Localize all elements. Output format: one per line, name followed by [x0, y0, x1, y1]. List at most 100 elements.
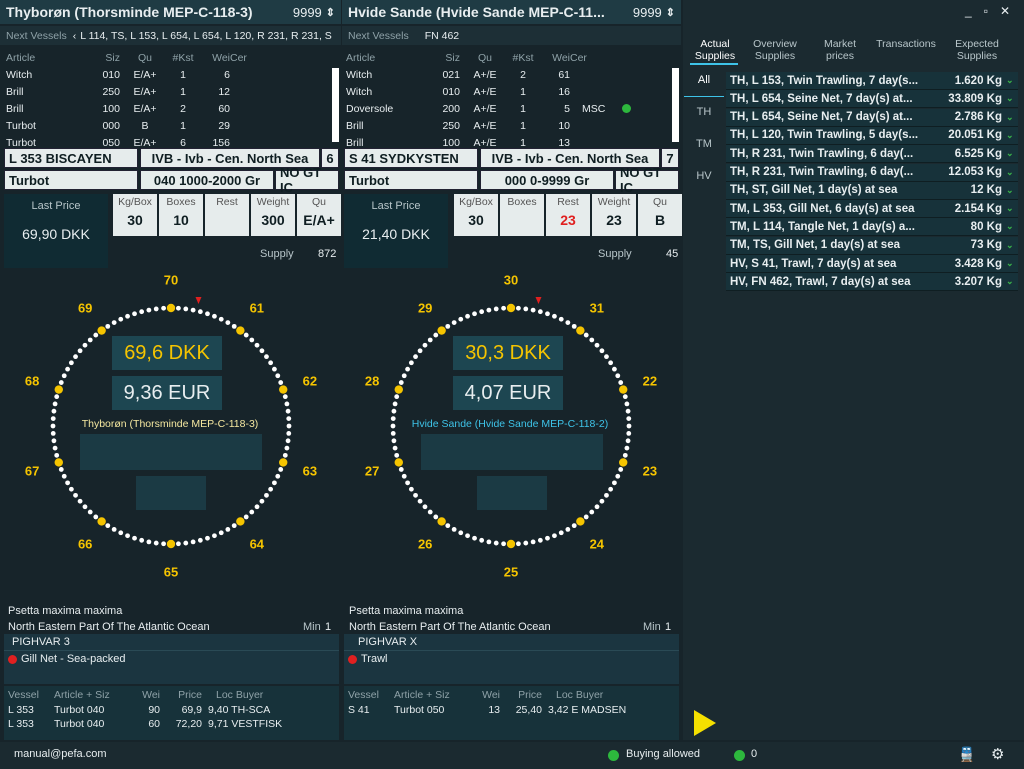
chevron-down-icon[interactable]: ⌄ [1006, 112, 1018, 123]
tx-cell: 13 [488, 704, 500, 716]
column-header: Vessel [348, 688, 379, 701]
region-name: North Eastern Part Of The Atlantic Ocean [349, 621, 551, 633]
chevron-left-icon[interactable]: ‹ [73, 30, 77, 42]
clock-tick [212, 533, 217, 539]
stepper-icon[interactable]: ⇕ [326, 6, 335, 19]
side-tab-hv[interactable]: HV [686, 170, 722, 182]
left-scrollbar[interactable] [332, 68, 339, 142]
clock-tick [422, 504, 428, 510]
clock-tick [394, 394, 400, 400]
metric-value: 23 [606, 212, 622, 228]
table-row[interactable]: Doversole 200 A+/E 1 5 MSC [346, 100, 672, 117]
supply-weight: 1.620 Kg [954, 74, 1002, 87]
clock-tick [599, 498, 605, 504]
clock-tick [618, 467, 624, 472]
chevron-down-icon[interactable]: ⌄ [1006, 130, 1018, 141]
chevron-down-icon[interactable]: ⌄ [1006, 276, 1018, 287]
metric-box: Boxes 10 [159, 194, 203, 236]
side-tab-th[interactable]: TH [686, 106, 722, 118]
chevron-down-icon[interactable]: ⌄ [1006, 185, 1018, 196]
clock-tick [408, 360, 414, 366]
table-row[interactable]: Brill 100 E/A+ 2 60 [6, 100, 330, 117]
table-cell: MSC [582, 102, 606, 115]
column-header: Article + Siz [394, 688, 450, 701]
clock-pointer [535, 297, 542, 305]
train-icon[interactable]: 🚆 [958, 746, 975, 763]
supply-description: TH, R 231, Twin Trawling, 6 day(... [730, 147, 914, 160]
left-transactions: Vessel Article + Siz Wei Price Loc Buyer L 35… [4, 686, 339, 740]
close-icon[interactable]: ✕ [1000, 4, 1010, 18]
price-eur: 9,36 EUR [112, 376, 222, 410]
buying-status: Buying allowed [626, 748, 700, 760]
tx-cell: 60 [148, 718, 160, 730]
clock-tick [615, 473, 621, 479]
supply-row[interactable]: TM, L 114, Tangle Net, 1 day(s) a... 80 K… [726, 218, 1018, 237]
clock-tick [615, 373, 621, 379]
chevron-down-icon[interactable]: ⌄ [1006, 167, 1018, 178]
supply-row[interactable]: TH, L 654, Seine Net, 7 day(s) at... 33.8… [726, 90, 1018, 109]
table-row[interactable]: Witch 010 E/A+ 1 6 [6, 66, 330, 83]
table-row[interactable]: Brill 250 A+/E 1 10 [346, 117, 672, 134]
chevron-down-icon[interactable]: ⌄ [1006, 221, 1018, 232]
side-tab-all[interactable]: All [686, 74, 722, 86]
chevron-down-icon[interactable]: ⌄ [1006, 203, 1018, 214]
clock-tick [218, 530, 224, 536]
column-header: #Kst [512, 51, 534, 64]
supply-row[interactable]: HV, FN 462, Trawl, 7 day(s) at sea 3.207 … [726, 273, 1018, 292]
table-row[interactable]: Witch 010 A+/E 1 16 [346, 83, 672, 100]
vessel-field: S 41 SYDKYSTEN [344, 148, 478, 168]
right-title: Hvide Sande (Hvide Sande MEP-C-11... [348, 4, 605, 20]
chevron-down-icon[interactable]: ⌄ [1006, 148, 1018, 159]
table-cell: 1 [180, 68, 186, 81]
chevron-down-icon[interactable]: ⌄ [1006, 93, 1018, 104]
table-row[interactable]: Witch 021 A+/E 2 61 [346, 66, 672, 83]
table-row[interactable]: Brill 250 E/A+ 1 12 [6, 83, 330, 100]
stepper-icon[interactable]: ⇕ [666, 6, 675, 19]
supply-row[interactable]: TH, L 120, Twin Trawling, 5 day(s... 20.0… [726, 126, 1018, 145]
supply-description: TM, TS, Gill Net, 1 day(s) at sea [730, 239, 900, 252]
chevron-down-icon[interactable]: ⌄ [1006, 75, 1018, 86]
clock-tick [82, 342, 88, 348]
window-controls: _ ▫ ✕ [965, 4, 1010, 18]
clock-tick [612, 480, 617, 486]
table-cell: E/A+ [133, 68, 157, 81]
metric-box: Weight 300 [251, 194, 295, 236]
clock-tick [398, 380, 404, 385]
restore-icon[interactable]: ▫ [984, 4, 988, 18]
supply-row[interactable]: TH, L 654, Seine Net, 7 day(s) at... 2.78… [726, 108, 1018, 127]
tab-actual-supplies[interactable]: Actual Supplies [690, 38, 740, 62]
gear-icon[interactable]: ⚙ [991, 745, 1004, 763]
clock-label: 65 [163, 564, 179, 580]
tab-transactions[interactable]: Transactions [870, 38, 942, 62]
tab-overview-supplies[interactable]: Overview Supplies [740, 38, 810, 62]
left-title: Thyborøn (Thorsminde MEP-C-118-3) [6, 4, 253, 20]
next-vessels-list: L 114, TS, L 153, L 654, L 654, L 120, R… [80, 29, 332, 42]
tab-market-prices[interactable]: Market prices [810, 38, 870, 62]
table-header: Article Siz Qu #Kst Wei Cer [6, 49, 330, 66]
supply-row[interactable]: HV, S 41, Trawl, 7 day(s) at sea 3.428 Kg… [726, 255, 1018, 273]
minimize-icon[interactable]: _ [965, 4, 972, 18]
supply-row[interactable]: TH, R 231, Twin Trawling, 6 day(... 6.525… [726, 145, 1018, 164]
left-lot-info: PIGHVAR 3 Gill Net - Sea-packed [4, 634, 339, 684]
table-cell: 000 [102, 119, 120, 132]
supply-row[interactable]: TH, R 231, Twin Trawling, 6 day(... 12.05… [726, 163, 1018, 182]
tab-expected-supplies[interactable]: Expected Supplies [942, 38, 1012, 62]
clock-tick [82, 504, 88, 510]
chevron-down-icon[interactable]: ⌄ [1006, 240, 1018, 251]
supply-row[interactable]: TM, L 353, Gill Net, 6 day(s) at sea 2.15… [726, 200, 1018, 219]
supply-row[interactable]: TM, TS, Gill Net, 1 day(s) at sea 73 Kg ⌄ [726, 236, 1018, 255]
play-icon[interactable] [694, 710, 716, 736]
chevron-down-icon[interactable]: ⌄ [1006, 258, 1018, 269]
supply-weight: 2.786 Kg [954, 111, 1002, 124]
side-tab-tm[interactable]: TM [686, 138, 722, 150]
table-row[interactable]: Turbot 000 B 1 29 [6, 117, 330, 134]
clock-tick [161, 541, 166, 547]
auction-name: Thyborøn (Thorsminde MEP-C-118-3) [81, 418, 259, 430]
right-scrollbar[interactable] [672, 68, 679, 142]
supply-row[interactable]: TH, L 153, Twin Trawling, 7 day(s... 1.62… [726, 72, 1018, 90]
table-cell: E/A+ [133, 136, 157, 149]
tx-row: L 353 Turbot 040 60 72,20 9,71 VESTFISK [4, 717, 339, 731]
supply-weight: 20.051 Kg [948, 129, 1002, 142]
supply-row[interactable]: TH, ST, Gill Net, 1 day(s) at sea 12 Kg ⌄ [726, 181, 1018, 200]
table-cell: 2 [180, 102, 186, 115]
